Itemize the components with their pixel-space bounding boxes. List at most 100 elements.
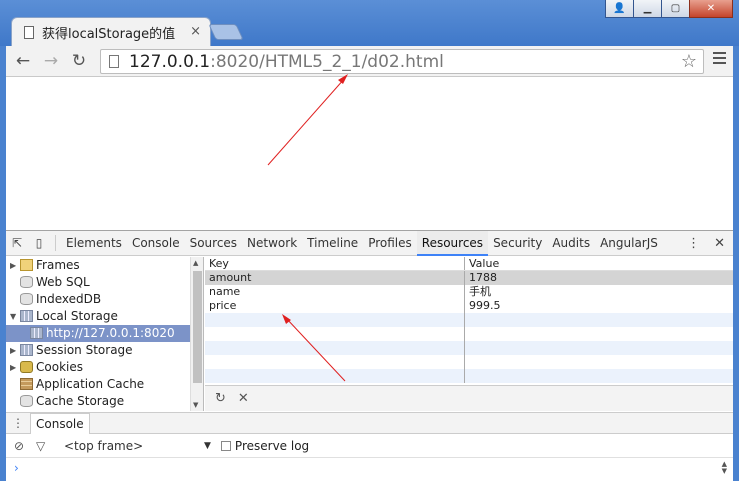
devtools-tabbar: ⇱ ▯ Elements Console Sources Network Tim… [6,230,733,256]
grid-body: amount 1788 name 手机 price 999.5 [205,271,733,383]
cell-value[interactable]: 1788 [465,271,733,285]
refresh-icon[interactable]: ↻ [215,391,226,406]
sidebar-item[interactable]: ▶ Cookies [6,359,203,376]
cell-value[interactable]: 999.5 [465,299,733,313]
table-row[interactable]: price 999.5 [205,299,733,313]
database-icon [20,293,33,305]
inspect-element-icon[interactable]: ⇱ [6,236,28,250]
cell-key[interactable]: amount [205,271,465,285]
sidebar-item-label: Frames [36,258,80,272]
storage-grid-icon [20,344,33,356]
app-cache-icon [20,378,33,390]
empty-row [205,369,733,383]
minimize-button[interactable]: ▁ [633,0,662,18]
tab-resources[interactable]: Resources [416,230,489,256]
page-icon [109,55,119,68]
chevron-down-icon[interactable]: ▼ [204,441,211,451]
drawer-tab-console[interactable]: Console [30,413,90,434]
drawer-tabbar: ⋮ Console [6,412,733,434]
sidebar-scrollbar[interactable]: ▲ ▼ [190,257,203,411]
tab-sources[interactable]: Sources [185,231,242,256]
window-border-right [733,46,739,481]
sidebar-item-label: Application Cache [36,377,145,391]
sidebar-item-label: IndexedDB [36,292,102,306]
devtools-panel: ⇱ ▯ Elements Console Sources Network Tim… [6,230,733,481]
tab-timeline[interactable]: Timeline [302,231,363,256]
more-options-icon[interactable]: ⋮ [687,236,700,251]
tab-profiles[interactable]: Profiles [363,231,417,256]
delete-icon[interactable]: ✕ [238,391,249,406]
sidebar-item[interactable]: ▶ Frames [6,257,203,274]
maximize-button[interactable]: ▢ [661,0,690,18]
drawer-menu-icon[interactable]: ⋮ [6,416,30,430]
browser-tab[interactable]: 获得localStorage的值 × [11,17,211,46]
cell-key[interactable]: name [205,285,465,299]
sidebar-item[interactable]: Web SQL [6,274,203,291]
reload-button[interactable]: ↻ [68,51,90,71]
resources-panel: ▶ Frames Web SQL IndexedDB ▼ Local Storage htt… [6,257,733,411]
table-row[interactable]: name 手机 [205,285,733,299]
scrollbar-thumb[interactable] [193,271,202,383]
folder-icon [20,259,33,271]
cell-key[interactable]: price [205,299,465,313]
column-header-key[interactable]: Key [205,257,465,270]
sidebar-item-label: Cookies [36,360,83,374]
forward-button[interactable]: → [40,51,62,71]
user-icon[interactable]: 👤 [605,0,634,18]
storage-grid-icon [20,310,33,322]
tab-angularjs[interactable]: AngularJS [595,231,663,256]
console-toolbar: ⊘ ▽ <top frame> ▼ Preserve log [6,434,733,458]
sidebar-item[interactable]: ▶ Session Storage [6,342,203,359]
resources-sidebar: ▶ Frames Web SQL IndexedDB ▼ Local Storage htt… [6,257,204,411]
empty-row [205,327,733,341]
frame-select[interactable]: <top frame> [64,439,204,453]
sidebar-item[interactable]: ▼ Local Storage [6,308,203,325]
console-scroll-icon[interactable]: ▲ ▼ [722,461,727,475]
tab-network[interactable]: Network [242,231,302,256]
sidebar-item[interactable]: Application Cache [6,376,203,393]
window-titlebar: 👤 ▁ ▢ ✕ 获得localStorage的值 × [0,0,739,46]
grid-footer: ↻ ✕ [205,385,733,411]
collapsed-arrow-icon[interactable]: ▶ [10,342,16,359]
tab-elements[interactable]: Elements [61,231,127,256]
cookie-icon [20,361,33,373]
filter-icon[interactable]: ▽ [36,439,58,453]
close-devtools-icon[interactable]: ✕ [714,236,725,251]
table-row[interactable]: amount 1788 [205,271,733,285]
sidebar-item-label: Web SQL [36,275,90,289]
tab-close-icon[interactable]: × [190,24,201,39]
sidebar-item[interactable]: IndexedDB [6,291,203,308]
column-header-value[interactable]: Value [465,257,733,270]
scroll-down-arrow-icon[interactable]: ▼ [193,401,198,409]
collapsed-arrow-icon[interactable]: ▶ [10,359,16,376]
sidebar-item-label: Local Storage [36,309,118,323]
sidebar-item[interactable]: Cache Storage [6,393,203,410]
sidebar-item-label: Session Storage [36,343,133,357]
console-prompt[interactable]: › ▲ ▼ [6,458,733,480]
device-mode-icon[interactable]: ▯ [28,236,50,250]
expanded-arrow-icon[interactable]: ▼ [10,308,16,325]
menu-icon[interactable] [713,52,726,65]
tab-audits[interactable]: Audits [547,231,595,256]
database-icon [20,395,33,407]
window-controls: 👤 ▁ ▢ ✕ [605,0,733,18]
tab-security[interactable]: Security [488,231,547,256]
document-icon [24,25,34,39]
divider [55,235,56,251]
scroll-up-arrow-icon[interactable]: ▲ [193,259,198,267]
new-tab-button[interactable] [208,24,244,40]
collapsed-arrow-icon[interactable]: ▶ [10,257,16,274]
back-button[interactable]: ← [12,51,34,71]
cell-value[interactable]: 手机 [465,285,733,299]
bookmark-star-icon[interactable]: ☆ [681,51,697,72]
sidebar-item-label: http://127.0.0.1:8020 [46,326,175,340]
empty-row [205,341,733,355]
close-window-button[interactable]: ✕ [689,0,733,18]
tab-console[interactable]: Console [127,231,185,256]
address-bar[interactable]: 127.0.0.1:8020/HTML5_2_1/d02.html ☆ [100,49,704,74]
sidebar-item[interactable]: http://127.0.0.1:8020 [6,325,203,342]
preserve-log-checkbox[interactable] [220,440,231,451]
storage-grid-icon [30,327,43,339]
clear-console-icon[interactable]: ⊘ [14,439,36,453]
tab-title: 获得localStorage的值 [42,26,176,42]
